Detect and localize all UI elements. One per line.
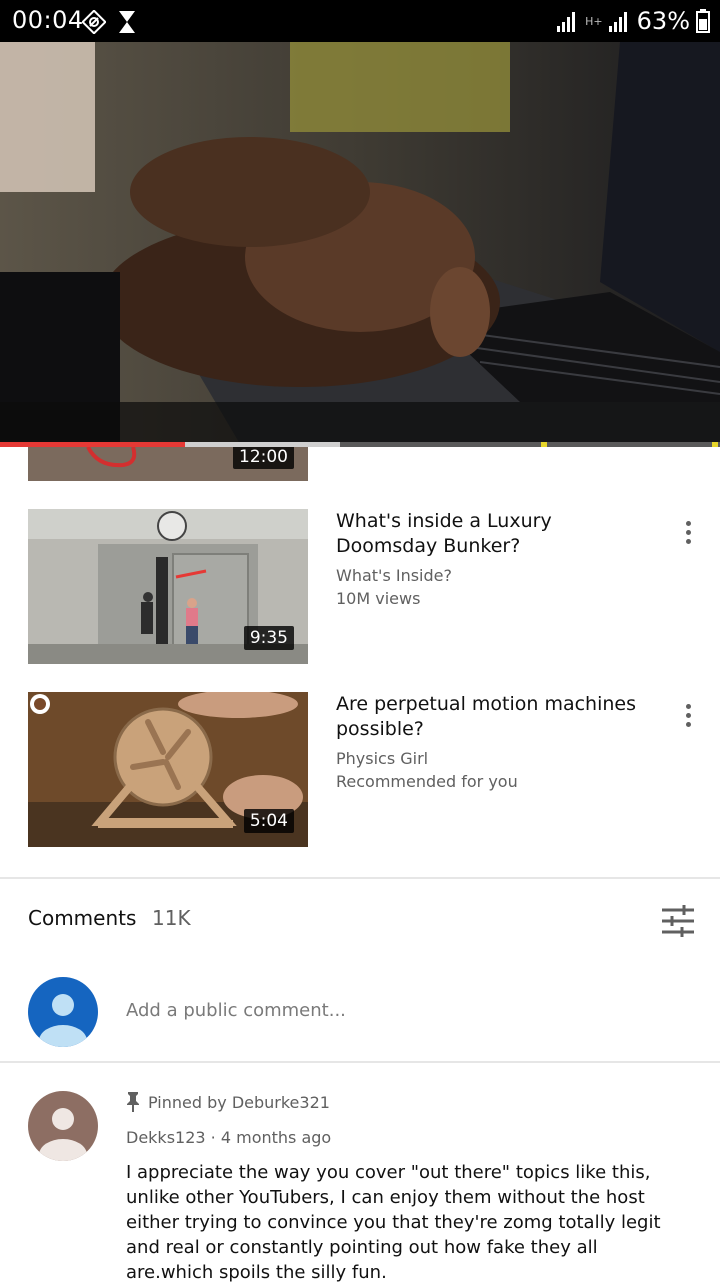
sort-comments-icon[interactable] xyxy=(660,904,696,938)
comment-time: 4 months ago xyxy=(220,1128,332,1147)
video-thumbnail[interactable]: 5:04 xyxy=(28,692,308,847)
video-duration: 12:00 xyxy=(233,447,294,469)
status-right-group: H+ 63% xyxy=(557,6,710,36)
signal-icon-2 xyxy=(608,12,627,32)
pinned-label: Pinned by Deburke321 xyxy=(148,1092,330,1112)
network-type-label: H+ xyxy=(585,14,603,28)
pinned-indicator: Pinned by Deburke321 xyxy=(126,1092,330,1112)
commenter-avatar[interactable] xyxy=(28,1091,98,1161)
add-comment-input[interactable]: Add a public comment... xyxy=(126,1000,346,1021)
pin-icon xyxy=(127,1092,139,1112)
status-time: 00:04 xyxy=(12,6,84,34)
video-player[interactable] xyxy=(0,42,720,444)
battery-icon xyxy=(696,9,710,33)
comment-author[interactable]: Dekks123 xyxy=(126,1128,206,1147)
video-channel: What's Inside? xyxy=(336,566,452,585)
video-title[interactable]: What's inside a Luxury Doomsday Bunker? xyxy=(336,509,656,559)
comments-header: Comments xyxy=(28,906,137,930)
comment-text: I appreciate the way you cover "out ther… xyxy=(126,1162,661,1283)
video-duration: 9:35 xyxy=(243,626,294,650)
battery-percent: 63% xyxy=(636,7,690,35)
ad-marker xyxy=(541,442,547,447)
video-title[interactable]: Are perpetual motion machines possible? xyxy=(336,692,656,742)
video-duration: 5:04 xyxy=(243,809,294,833)
video-thumbnail-partial[interactable]: 12:00 xyxy=(28,447,308,481)
comment-author-line: Dekks123 · 4 months ago xyxy=(126,1128,331,1147)
video-thumbnail[interactable]: 9:35 xyxy=(28,509,308,664)
video-frame-image xyxy=(0,42,720,444)
comments-count: 11K xyxy=(152,906,191,930)
more-options-icon[interactable] xyxy=(680,521,696,551)
signal-icon xyxy=(557,12,576,32)
hourglass-icon xyxy=(119,11,135,33)
section-divider xyxy=(0,877,720,879)
separator-dot: · xyxy=(210,1128,221,1147)
ad-marker xyxy=(712,442,718,447)
person-icon xyxy=(39,994,87,1047)
data-saver-icon xyxy=(82,10,106,34)
section-divider xyxy=(0,1061,720,1063)
video-recommendation: Recommended for you xyxy=(336,772,518,791)
user-avatar xyxy=(28,977,98,1047)
more-options-icon[interactable] xyxy=(680,704,696,734)
status-bar: 00:04 H+ 63% xyxy=(0,0,720,42)
person-icon xyxy=(39,1108,87,1161)
video-channel: Physics Girl xyxy=(336,749,429,768)
video-views: 10M views xyxy=(336,589,421,608)
